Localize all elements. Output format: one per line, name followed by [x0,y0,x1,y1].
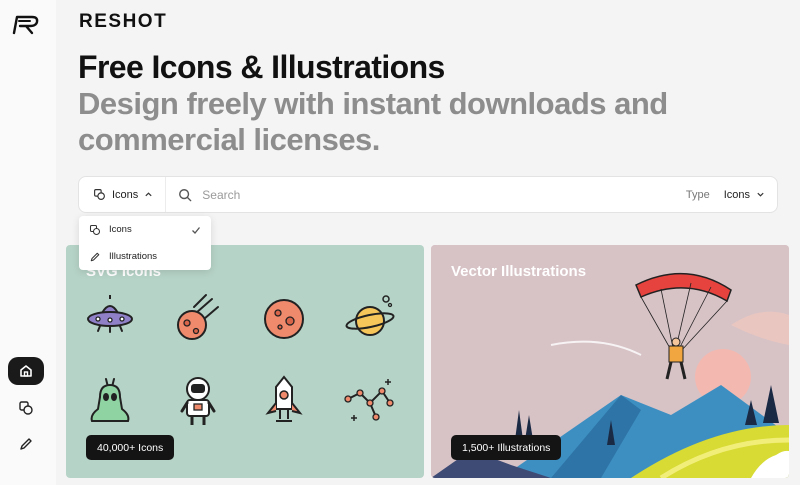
meteor-icon [177,294,219,340]
brand-wordmark[interactable]: RESHOT [79,11,167,33]
illustrations-count-badge: 1,500+ Illustrations [451,435,562,460]
checkmark-icon [192,226,201,234]
page-subtitle: Design freely with instant downloads and… [78,86,668,157]
menu-item-label: Icons [109,224,132,235]
type-filter-value: Icons [723,188,750,201]
shapes-icon [89,224,101,235]
asset-type-menu: Icons Illustrations [79,216,211,270]
type-filter-select[interactable]: Icons [724,189,765,201]
type-filter-label: Type [685,188,710,201]
sidebar-item-home[interactable] [8,357,44,385]
asset-type-dropdown[interactable]: Icons [79,177,167,212]
pencil-icon [90,252,100,261]
alien-icon [90,378,130,422]
ufo-icon [87,295,133,333]
asset-type-label: Icons [112,188,139,201]
vector-illustrations-card[interactable]: Vector Illustrations 1,500+ Illustration… [431,245,789,478]
search-input[interactable] [202,187,583,202]
search-icon [179,188,192,201]
card-title: Vector Illustrations [451,263,587,280]
saturn-icon [345,295,395,336]
chevron-down-icon [757,192,764,197]
menu-item-icons[interactable]: Icons [79,216,211,243]
menu-item-illustrations[interactable]: Illustrations [79,243,211,270]
sidebar-item-illustrations[interactable] [8,430,44,458]
search-field-wrapper [166,187,686,202]
pencil-icon [20,438,32,450]
type-filter: Type Icons [686,189,777,201]
icons-count-badge: 40,000+ Icons [86,435,175,460]
search-bar: Icons Type Icons [78,176,778,213]
page-title: Free Icons & Illustrations [78,49,445,85]
reshot-logo-icon[interactable] [10,13,42,37]
planet-mars-icon [264,299,304,339]
svg-icons-card[interactable]: SVG Icons 40,000+ Icons [66,245,424,478]
menu-item-label: Illustrations [109,251,158,262]
astronaut-icon [180,377,216,425]
left-rail [0,0,56,485]
constellation-icon [344,379,394,421]
home-icon [20,365,32,377]
shapes-icon [19,401,33,415]
rocket-capsule-icon [265,375,303,422]
shapes-icon [94,189,105,200]
sidebar-item-icons[interactable] [8,394,44,422]
chevron-up-icon [145,192,152,197]
